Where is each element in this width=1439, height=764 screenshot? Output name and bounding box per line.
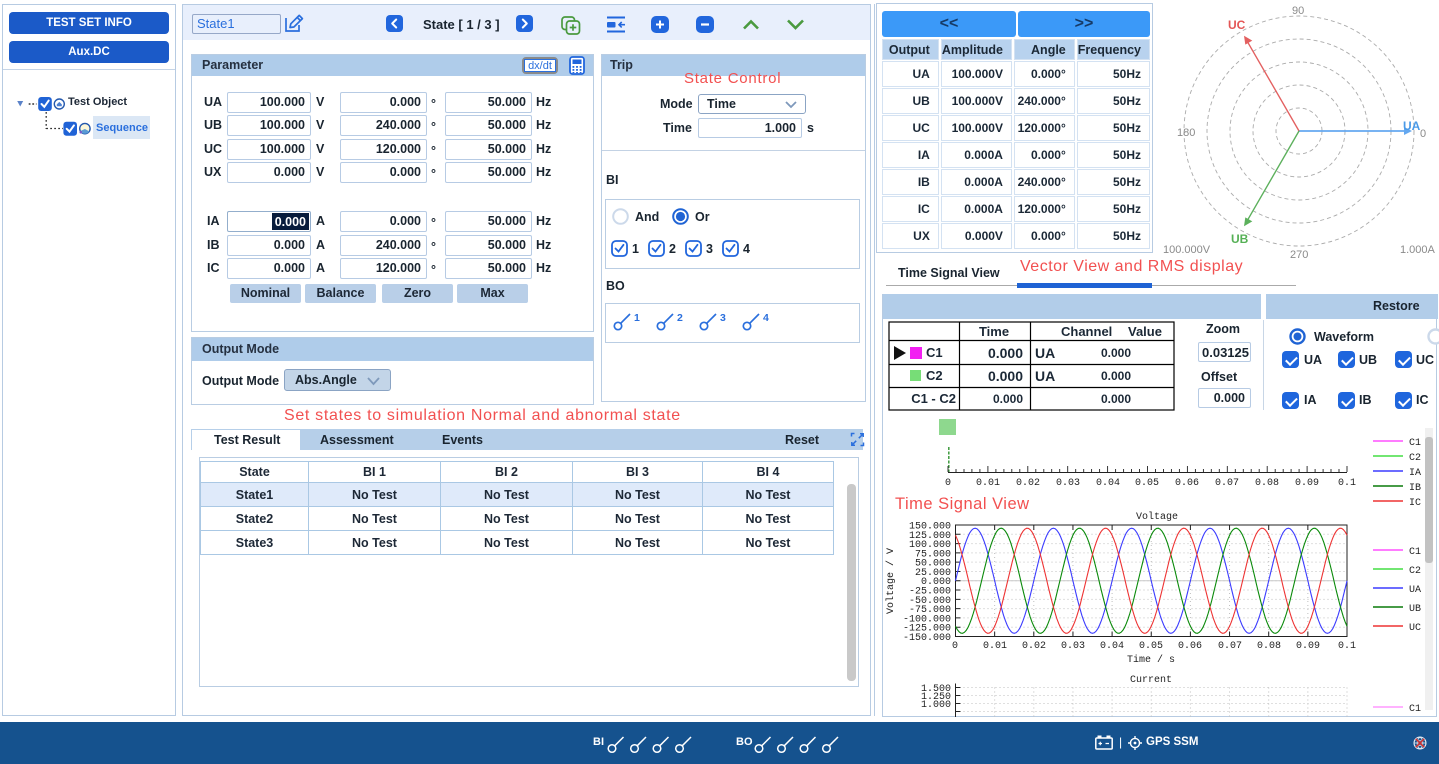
- svg-text:0.09: 0.09: [1295, 478, 1319, 489]
- svg-text:0.04: 0.04: [1100, 641, 1124, 652]
- svg-text:0.02: 0.02: [1022, 641, 1046, 652]
- svg-text:UA: UA: [1409, 585, 1421, 596]
- svg-text:0.07: 0.07: [1215, 478, 1239, 489]
- svg-text:0.07: 0.07: [1218, 641, 1242, 652]
- svg-text:C1: C1: [926, 345, 943, 360]
- svg-text:0.09: 0.09: [1296, 641, 1320, 652]
- svg-text:0.05: 0.05: [1135, 478, 1159, 489]
- svg-text:0: 0: [945, 478, 951, 489]
- svg-text:0.01: 0.01: [976, 478, 1000, 489]
- svg-text:0.02: 0.02: [1016, 478, 1040, 489]
- svg-text:100.000V: 100.000V: [1163, 244, 1211, 256]
- svg-text:4: 4: [763, 312, 769, 324]
- svg-text:Value: Value: [1128, 324, 1162, 339]
- svg-text:UC: UC: [1228, 18, 1246, 32]
- svg-text:0.08: 0.08: [1255, 478, 1279, 489]
- svg-text:0: 0: [952, 641, 958, 652]
- svg-text:Current: Current: [1130, 675, 1172, 686]
- svg-text:0: 0: [1420, 128, 1426, 140]
- svg-text:C2: C2: [1409, 453, 1421, 464]
- svg-text:-150.000: -150.000: [903, 633, 951, 644]
- svg-text:IA: IA: [1409, 468, 1421, 479]
- svg-text:C1: C1: [1409, 704, 1421, 715]
- svg-text:0.03: 0.03: [1061, 641, 1085, 652]
- svg-text:UC: UC: [1409, 623, 1421, 634]
- svg-text:0.000: 0.000: [988, 368, 1023, 384]
- svg-text:0.06: 0.06: [1178, 641, 1202, 652]
- svg-text:UA: UA: [1035, 368, 1055, 384]
- svg-text:0.1: 0.1: [1338, 641, 1356, 652]
- svg-text:C1 - C2: C1 - C2: [911, 391, 956, 406]
- svg-text:Voltage: Voltage: [1136, 511, 1178, 523]
- svg-text:0.05: 0.05: [1139, 641, 1163, 652]
- svg-text:0.000: 0.000: [988, 345, 1023, 361]
- svg-text:UB: UB: [1409, 604, 1421, 615]
- svg-text:C1: C1: [1409, 547, 1421, 558]
- svg-text:IC: IC: [1409, 498, 1421, 509]
- svg-text:0.000: 0.000: [1101, 346, 1131, 360]
- svg-text:0.000: 0.000: [1101, 369, 1131, 383]
- svg-text:0.03: 0.03: [1056, 478, 1080, 489]
- svg-text:2: 2: [677, 312, 683, 324]
- svg-text:IB: IB: [1409, 483, 1421, 494]
- svg-text:UA: UA: [1403, 119, 1421, 133]
- svg-text:0.04: 0.04: [1096, 478, 1120, 489]
- svg-text:Voltage / V: Voltage / V: [885, 548, 897, 614]
- svg-text:0.06: 0.06: [1175, 478, 1199, 489]
- svg-text:C2: C2: [1409, 566, 1421, 577]
- svg-text:0.000: 0.000: [993, 392, 1023, 406]
- svg-text:UB: UB: [1231, 232, 1249, 246]
- svg-text:1: 1: [634, 312, 640, 324]
- svg-text:0.08: 0.08: [1257, 641, 1281, 652]
- svg-text:UA: UA: [1035, 345, 1055, 361]
- svg-text:0.000: 0.000: [1101, 392, 1131, 406]
- svg-text:Time / s: Time / s: [1127, 654, 1175, 666]
- svg-text:1.000A: 1.000A: [1400, 244, 1436, 256]
- svg-text:C2: C2: [926, 368, 943, 383]
- svg-text:180: 180: [1177, 127, 1195, 139]
- svg-text:Time: Time: [979, 324, 1009, 339]
- svg-text:0.1: 0.1: [1338, 478, 1356, 489]
- svg-text:270: 270: [1290, 249, 1308, 260]
- svg-text:3: 3: [720, 312, 726, 324]
- svg-text:Channel: Channel: [1061, 324, 1112, 339]
- svg-text:90: 90: [1292, 5, 1304, 17]
- svg-text:0.01: 0.01: [983, 641, 1007, 652]
- svg-text:1.000: 1.000: [921, 700, 951, 711]
- svg-text:C1: C1: [1409, 438, 1421, 449]
